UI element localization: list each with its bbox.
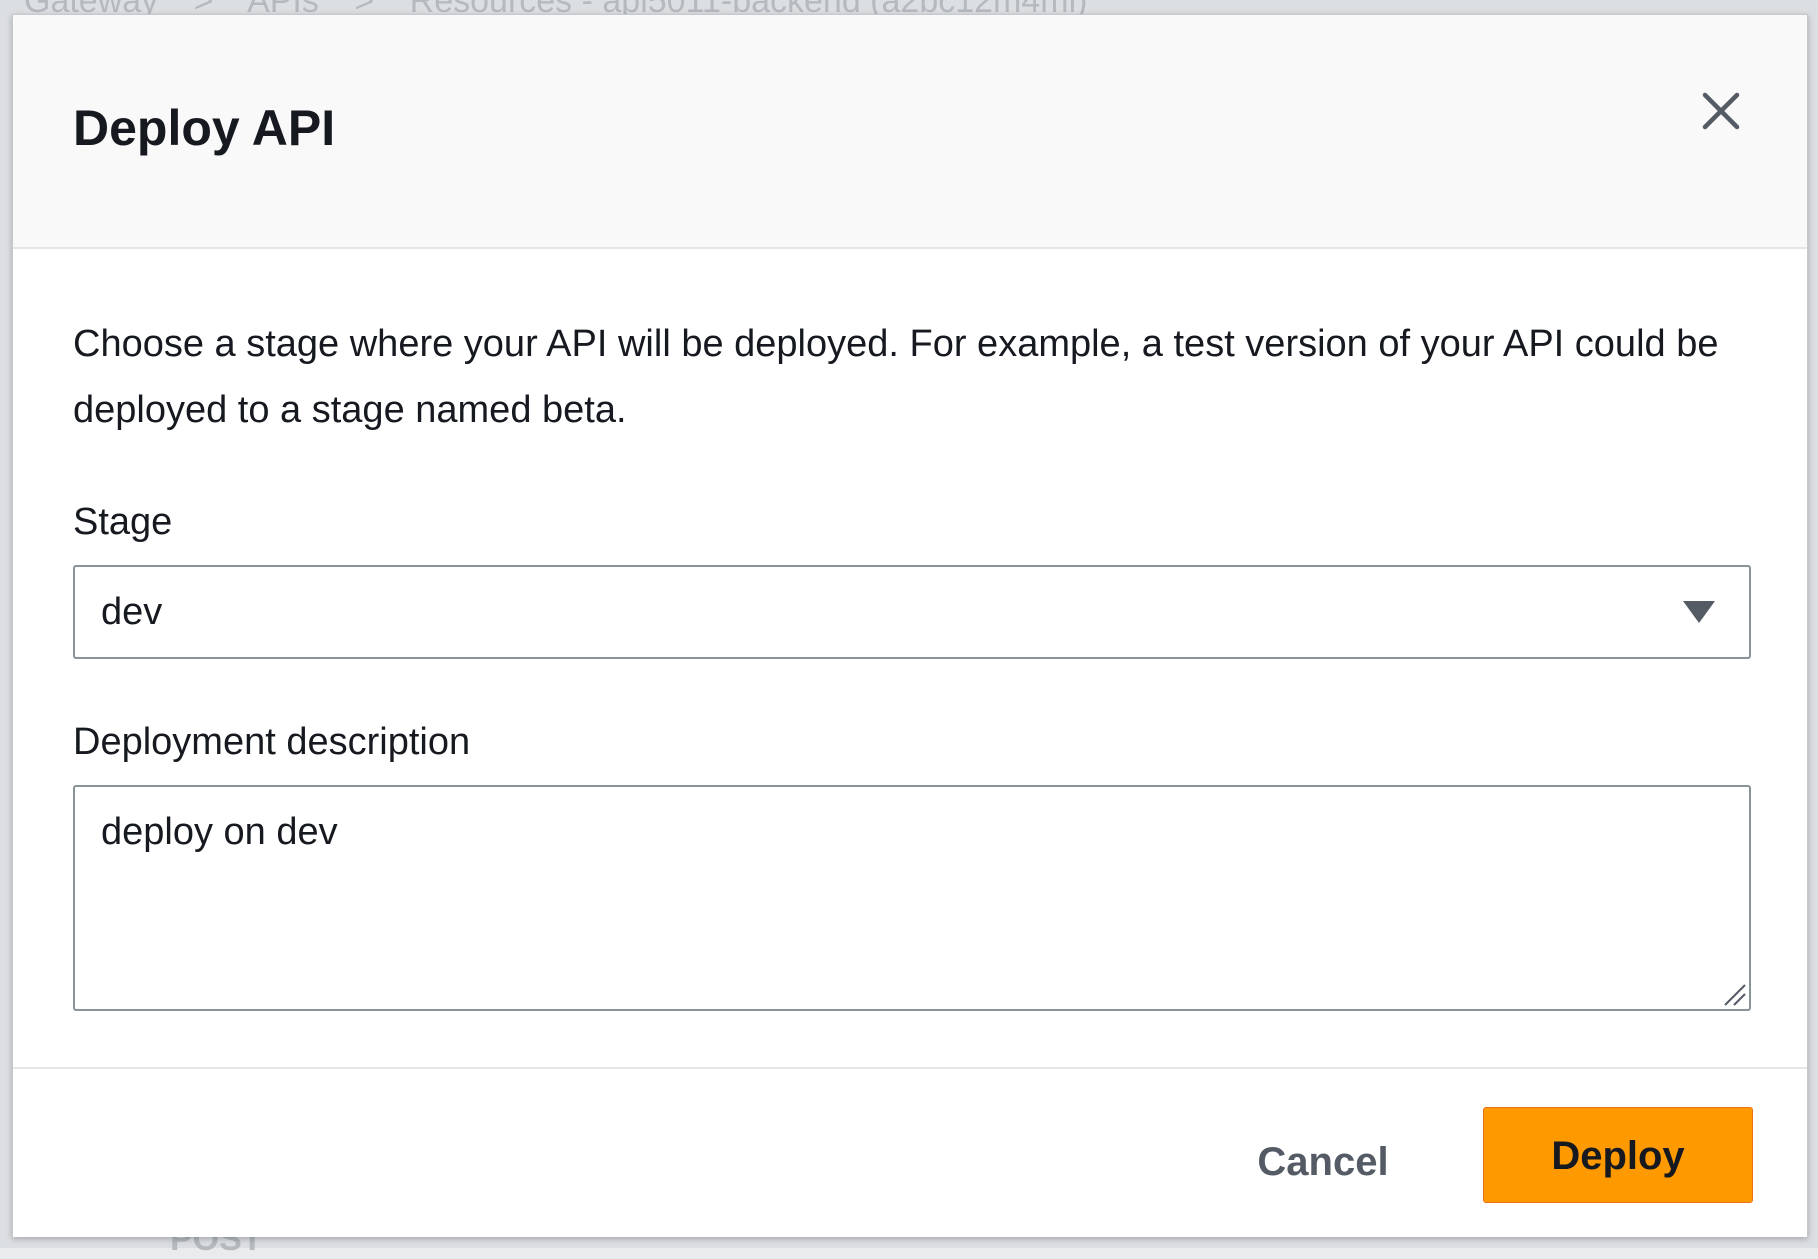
cancel-button[interactable]: Cancel [1233,1123,1413,1199]
close-icon [1702,92,1740,130]
deploy-button[interactable]: Deploy [1483,1107,1753,1203]
deploy-api-modal: Deploy API Choose a stage where your API… [12,14,1808,1237]
modal-footer: Cancel Deploy [13,1067,1807,1237]
stage-label: Stage [73,501,173,543]
modal-title: Deploy API [73,100,336,156]
stage-selected-value: dev [101,591,163,633]
resize-handle-icon[interactable] [1721,981,1747,1007]
deployment-description-value: deploy on dev [101,811,338,853]
modal-header: Deploy API [13,15,1807,249]
caret-down-icon [1683,601,1715,623]
modal-description: Choose a stage where your API will be de… [73,323,1719,431]
deployment-description-label: Deployment description [73,721,471,763]
deployment-description-textarea[interactable]: deploy on dev [73,785,1751,1011]
close-button[interactable] [1697,87,1745,135]
stage-select[interactable]: dev [73,565,1751,659]
